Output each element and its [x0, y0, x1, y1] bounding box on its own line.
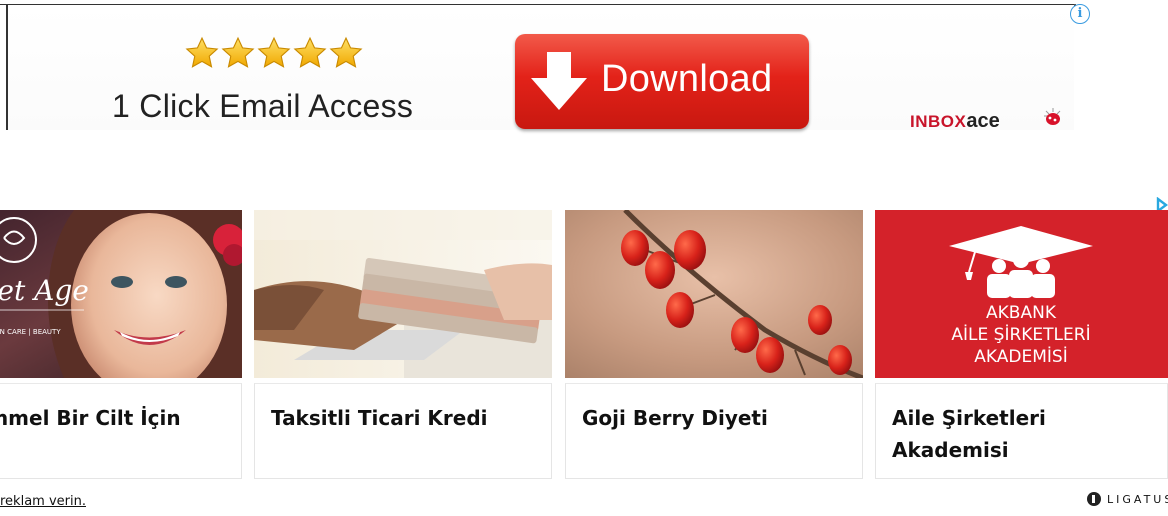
advertise-link[interactable]: reklam verin.	[0, 494, 86, 509]
image-line-2: AİLE ŞİRKETLERİ	[951, 324, 1090, 345]
ligatus-text: LIGATUS	[1107, 492, 1168, 506]
card-image[interactable]: ret Age | SKIN CARE | BEAUTY	[0, 210, 242, 378]
star-icon	[293, 36, 327, 68]
skincare-ad-image: ret Age | SKIN CARE | BEAUTY	[0, 210, 242, 378]
download-arrow-icon	[531, 52, 587, 110]
star-icon	[329, 36, 363, 68]
logo-inbox-text: INBOX	[910, 112, 967, 131]
ligatus-logo[interactable]: LIGATUS	[1087, 492, 1168, 506]
ad-info-icon[interactable]: i	[1070, 4, 1090, 24]
image-brand-text: ret Age	[0, 274, 89, 307]
card-title[interactable]: kemmel Bir Cilt İçin	[0, 402, 231, 434]
money-handover-image	[254, 210, 552, 378]
image-line-3: AKADEMİSİ	[974, 346, 1067, 367]
card-image[interactable]	[565, 210, 863, 378]
inboxace-logo: INBOXace	[910, 110, 1000, 132]
banner-ad[interactable]: 1 Click Email Access Download INBOXace i	[0, 0, 1090, 132]
rating-stars	[185, 36, 363, 72]
ligatus-icon	[1087, 492, 1101, 506]
akbank-academy-image: AKBANK AİLE ŞİRKETLERİ AKADEMİSİ	[875, 210, 1168, 378]
ladybug-icon	[1044, 108, 1061, 125]
card-body[interactable]: Aile Şirketleri Akademisi	[875, 383, 1168, 479]
card-image[interactable]	[254, 210, 552, 378]
star-icon	[257, 36, 291, 68]
star-icon	[221, 36, 255, 68]
download-button[interactable]: Download	[515, 34, 809, 129]
star-icon	[185, 36, 219, 68]
card-title[interactable]: Taksitli Ticari Kredi	[271, 402, 541, 434]
card-body[interactable]: kemmel Bir Cilt İçin	[0, 383, 242, 479]
card-title[interactable]: Goji Berry Diyeti	[582, 402, 852, 434]
download-button-label: Download	[601, 58, 773, 100]
card-body[interactable]: Goji Berry Diyeti	[565, 383, 863, 479]
card-title[interactable]: Aile Şirketleri Akademisi	[892, 402, 1092, 466]
logo-ace-text: ace	[966, 110, 1000, 132]
goji-berry-image	[565, 210, 863, 378]
image-tags-text: | SKIN CARE | BEAUTY	[0, 328, 61, 336]
card-image[interactable]: AKBANK AİLE ŞİRKETLERİ AKADEMİSİ	[875, 210, 1168, 378]
card-body[interactable]: Taksitli Ticari Kredi	[254, 383, 552, 479]
image-line-1: AKBANK	[986, 303, 1057, 323]
banner-tagline: 1 Click Email Access	[112, 88, 414, 124]
